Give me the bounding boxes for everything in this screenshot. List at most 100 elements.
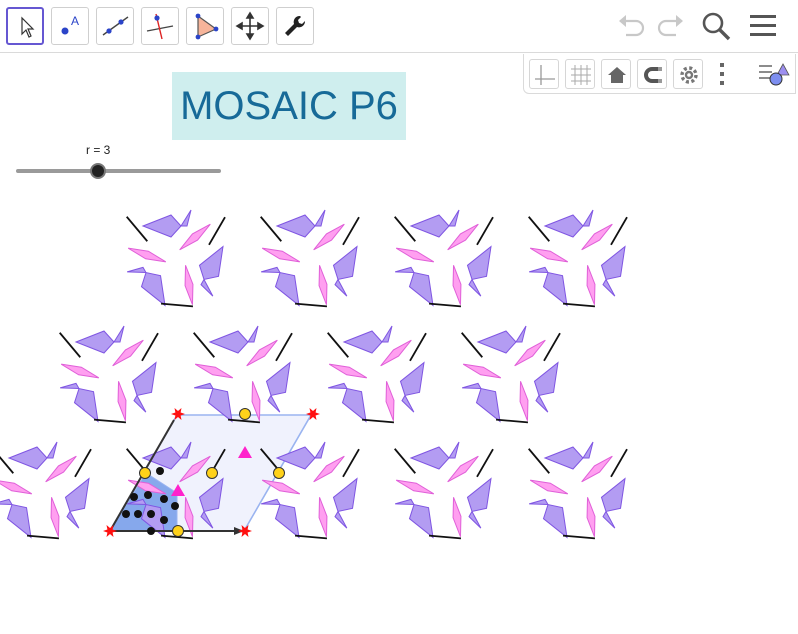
black-segment (394, 448, 416, 474)
kite-tile (399, 361, 425, 397)
kite-tail (133, 394, 147, 413)
kite-tail (113, 325, 125, 343)
line-tool-button[interactable] (96, 7, 134, 45)
kite-tail (261, 266, 281, 274)
kite-tail (180, 209, 192, 227)
graphics-view[interactable] (0, 180, 798, 634)
pink-rhombus (60, 363, 100, 379)
axes-toggle-button[interactable] (529, 59, 559, 89)
kite-tile (64, 477, 90, 513)
page-title: MOSAIC P6 (172, 72, 406, 140)
settings-button[interactable] (673, 59, 703, 89)
black-segment (495, 418, 529, 424)
kite-tail (529, 266, 549, 274)
slider-track[interactable] (16, 169, 221, 173)
pink-rhombus (328, 363, 368, 379)
move-graphics-view-tool-button[interactable] (231, 7, 269, 45)
wrench-icon (285, 15, 306, 36)
black-segment (275, 332, 293, 362)
twofold-center (172, 525, 184, 537)
grid-toggle-button[interactable] (565, 59, 595, 89)
kite-tile (208, 330, 249, 354)
kite-tile (342, 330, 383, 354)
kite-tail (448, 441, 460, 459)
axes-icon (535, 65, 555, 85)
pink-rhombus (452, 497, 462, 537)
kite-tail (261, 498, 281, 506)
pink-rhombus (462, 363, 502, 379)
kite-tail (328, 382, 348, 390)
kite-tail (314, 441, 326, 459)
pink-rhombus (194, 363, 234, 379)
kite-tail (314, 209, 326, 227)
perpendicular-line-icon (146, 13, 174, 40)
black-segment (294, 302, 328, 308)
perpendicular-line-tool-button[interactable] (141, 7, 179, 45)
kite-tail (462, 382, 482, 390)
control-point (130, 493, 138, 501)
black-segment (428, 302, 462, 308)
kite-tail (334, 278, 348, 297)
slider-label: r = 3 (86, 143, 111, 157)
polygon-icon (195, 13, 219, 40)
twofold-center (273, 467, 285, 479)
black-segment (0, 448, 14, 474)
pointer-arrow-icon (21, 16, 35, 38)
pink-rhombus (529, 479, 569, 495)
point-capturing-button[interactable] (637, 59, 667, 89)
move-cross-icon (235, 11, 265, 41)
redo-icon[interactable] (654, 10, 686, 40)
magnet-icon (644, 67, 662, 83)
slider-knob[interactable] (90, 163, 106, 179)
kite-tail (60, 382, 80, 390)
standard-view-button[interactable] (601, 59, 631, 89)
kite-tail (529, 498, 549, 506)
black-segment (361, 418, 395, 424)
kite-tile (466, 477, 492, 513)
pink-rhombus (184, 265, 194, 305)
black-segment (342, 216, 360, 246)
twofold-center (139, 467, 151, 479)
black-segment (543, 332, 561, 362)
kite-tail (194, 382, 214, 390)
search-icon[interactable] (700, 10, 732, 42)
point-tool-button[interactable]: A (51, 7, 89, 45)
black-segment (528, 448, 550, 474)
black-segment (461, 332, 483, 358)
kite-tail (395, 498, 415, 506)
kite-tile (332, 477, 358, 513)
control-point (171, 502, 179, 510)
kite-tile (131, 361, 157, 397)
menu-icon[interactable] (748, 10, 780, 42)
more-vertical-icon[interactable] (717, 61, 727, 87)
kite-tile (198, 245, 224, 281)
black-segment (160, 302, 194, 308)
polygon-tool-button[interactable] (186, 7, 224, 45)
main-toolbar: A (0, 0, 798, 53)
kite-tail (247, 325, 259, 343)
undo-icon[interactable] (616, 10, 648, 40)
tools-tool-button[interactable] (276, 7, 314, 45)
black-segment (610, 448, 628, 478)
control-point (160, 495, 168, 503)
kite-tail (468, 278, 482, 297)
kite-tile (141, 214, 182, 238)
pink-rhombus (50, 497, 60, 537)
black-segment (193, 332, 215, 358)
move-tool-button[interactable] (6, 7, 44, 45)
control-point (156, 467, 164, 475)
kite-tile (74, 330, 115, 354)
pink-rhombus (117, 381, 127, 421)
black-segment (141, 332, 159, 362)
kite-tail (200, 278, 214, 297)
kite-tile (543, 214, 584, 238)
algebra-view-icon[interactable] (756, 59, 790, 89)
black-segment (74, 448, 92, 478)
kite-tile (7, 446, 48, 470)
pink-rhombus (395, 479, 435, 495)
kite-tile (332, 245, 358, 281)
kite-tail (267, 394, 281, 413)
black-segment (260, 216, 282, 242)
home-icon (608, 67, 626, 83)
kite-tail (46, 441, 58, 459)
